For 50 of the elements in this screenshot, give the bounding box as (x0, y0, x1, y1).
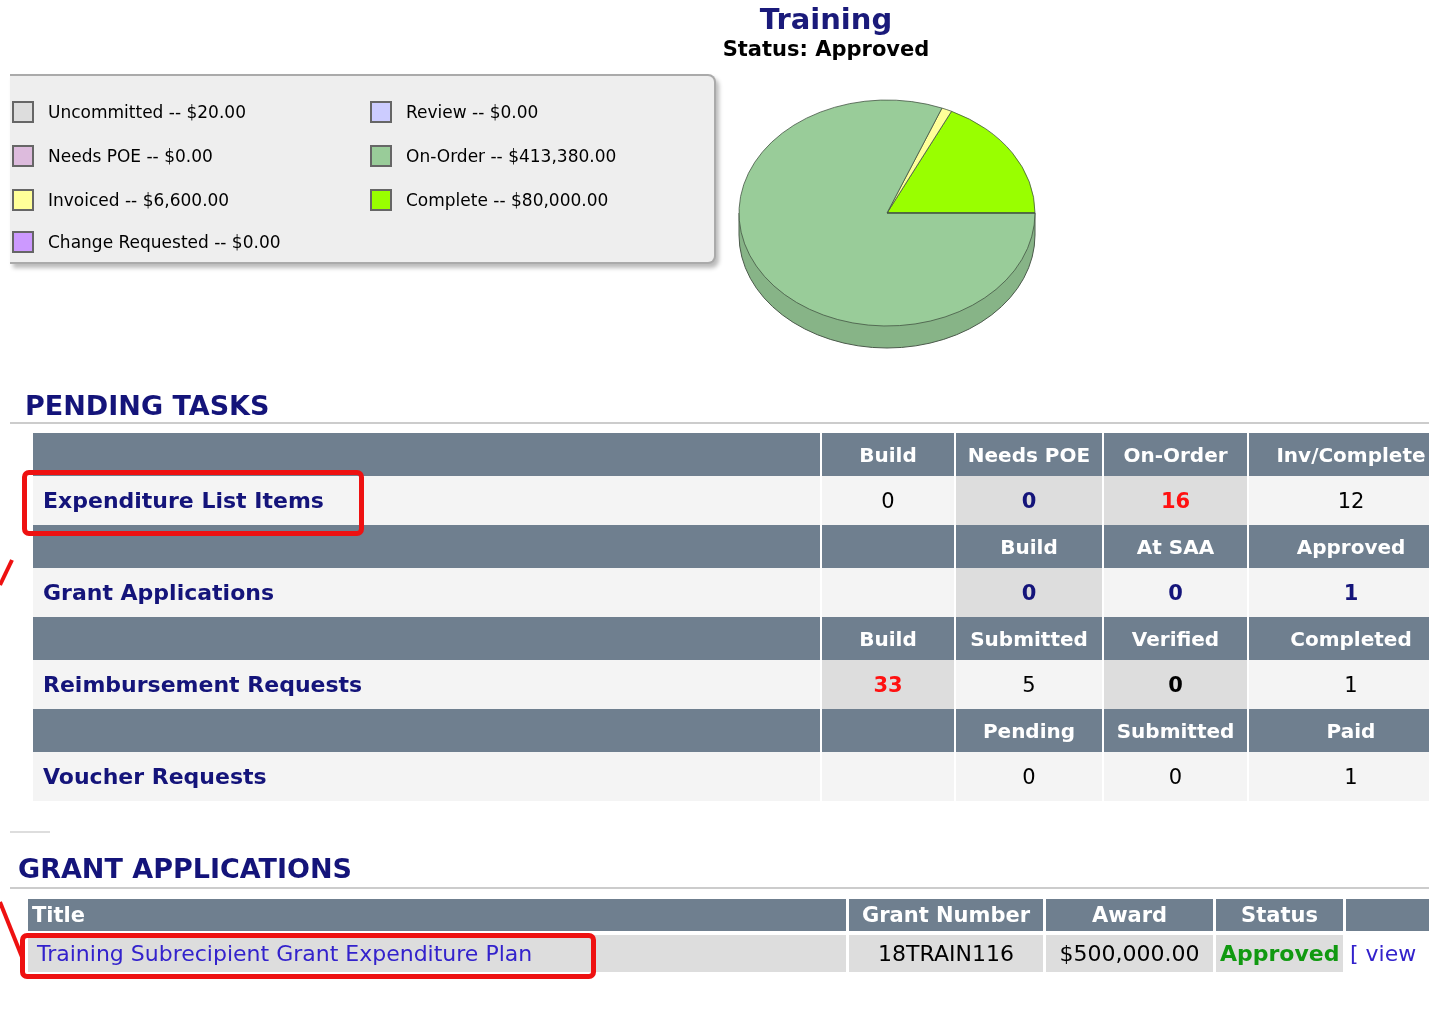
column-header: Submitted (955, 617, 1103, 660)
view-link[interactable]: [ view (1350, 941, 1417, 966)
chart-title: Training (758, 2, 894, 36)
legend-label: Needs POE -- $0.00 (48, 146, 213, 166)
legend-label: Uncommitted -- $20.00 (48, 102, 246, 122)
column-header: Build (821, 617, 955, 660)
count-cell: 0 (1103, 752, 1248, 801)
count-cell: 0 (1103, 568, 1248, 617)
column-header: Needs POE (955, 433, 1103, 476)
count-cell: 1 (1248, 568, 1429, 617)
count-cell: 1 (1248, 752, 1429, 801)
count-cell: 0 (821, 476, 955, 525)
legend-label: Review -- $0.00 (406, 102, 539, 122)
legend-label: Change Requested -- $0.00 (48, 232, 281, 252)
count-cell: 0 (955, 568, 1103, 617)
column-header: Inv/Complete (1248, 433, 1429, 476)
count-cell: 0 (955, 752, 1103, 801)
task-link[interactable]: Expenditure List Items (43, 488, 324, 513)
column-header: On-Order (1103, 433, 1248, 476)
column-header: Award (1046, 899, 1213, 931)
legend-label: On-Order -- $413,380.00 (406, 146, 617, 166)
task-link[interactable]: Voucher Requests (43, 764, 267, 789)
legend-label: Complete -- $80,000.00 (406, 190, 609, 210)
status-text: Status: Approved (721, 36, 931, 62)
column-header: Approved (1248, 525, 1429, 568)
section-heading: PENDING TASKS (25, 390, 271, 422)
count-cell: 0 (1103, 660, 1248, 709)
column-header: Completed (1248, 617, 1429, 660)
table-cell: $500,000.00 (1046, 935, 1213, 972)
count-cell: 16 (1103, 476, 1248, 525)
column-header: Verified (1103, 617, 1248, 660)
table-cell: 18TRAIN116 (849, 935, 1043, 972)
task-link[interactable]: Grant Applications (43, 580, 274, 605)
column-header: Grant Number (849, 899, 1043, 931)
column-header: Paid (1248, 709, 1429, 752)
count-cell: 5 (955, 660, 1103, 709)
column-header: Status (1216, 899, 1343, 931)
count-cell: 33 (821, 660, 955, 709)
column-header: Build (821, 433, 955, 476)
section-heading: GRANT APPLICATIONS (18, 853, 354, 885)
count-cell: 0 (955, 476, 1103, 525)
column-header: Title (28, 899, 846, 931)
column-header: Submitted (1103, 709, 1248, 752)
count-cell: 12 (1248, 476, 1429, 525)
column-header: Pending (955, 709, 1103, 752)
status-text: Approved (1216, 935, 1343, 972)
column-header: At SAA (1103, 525, 1248, 568)
count-cell: 1 (1248, 660, 1429, 709)
legend-label: Invoiced -- $6,600.00 (48, 190, 230, 210)
column-header: Build (955, 525, 1103, 568)
